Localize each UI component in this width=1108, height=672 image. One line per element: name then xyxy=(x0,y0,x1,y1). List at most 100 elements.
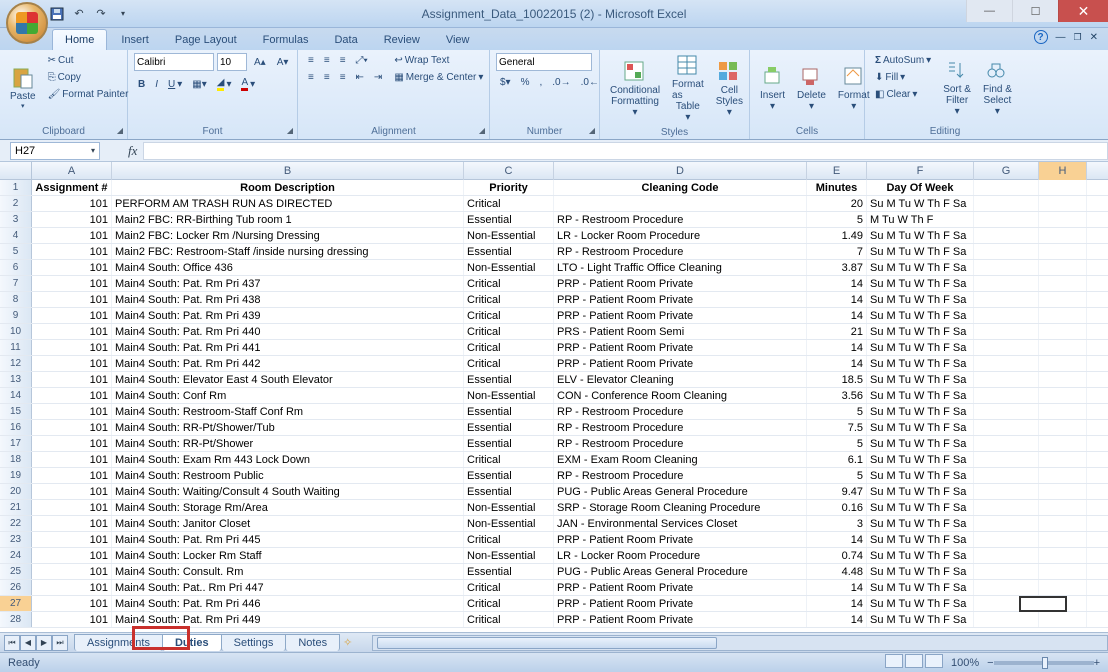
cell[interactable]: 101 xyxy=(32,356,112,371)
row-header[interactable]: 21 xyxy=(0,500,32,515)
cell[interactable]: RP - Restroom Procedure xyxy=(554,436,807,451)
cell[interactable]: Main4 South: Pat. Rm Pri 437 xyxy=(112,276,464,291)
cell[interactable]: 5 xyxy=(807,212,867,227)
cell[interactable]: Su M Tu W Th F Sa xyxy=(867,244,974,259)
cell[interactable]: JAN - Environmental Services Closet xyxy=(554,516,807,531)
cell[interactable]: 101 xyxy=(32,580,112,595)
cell[interactable]: LTO - Light Traffic Office Cleaning xyxy=(554,260,807,275)
cell[interactable]: PRP - Patient Room Private xyxy=(554,308,807,323)
row-header[interactable]: 6 xyxy=(0,260,32,275)
cell[interactable]: Main4 South: Pat. Rm Pri 439 xyxy=(112,308,464,323)
cell[interactable]: PRP - Patient Room Private xyxy=(554,612,807,627)
cell[interactable]: Non-Essential xyxy=(464,228,554,243)
cell[interactable] xyxy=(1039,260,1087,275)
cell[interactable]: PRP - Patient Room Private xyxy=(554,596,807,611)
cell[interactable]: ELV - Elevator Cleaning xyxy=(554,372,807,387)
name-box[interactable]: H27 xyxy=(10,142,100,160)
cell[interactable] xyxy=(1039,452,1087,467)
cell[interactable]: 14 xyxy=(807,292,867,307)
font-name-combo[interactable] xyxy=(134,53,214,71)
cell[interactable]: Su M Tu W Th F Sa xyxy=(867,596,974,611)
cell[interactable]: Main4 South: Pat.. Rm Pri 447 xyxy=(112,580,464,595)
cell[interactable]: Su M Tu W Th F Sa xyxy=(867,340,974,355)
cell[interactable] xyxy=(974,324,1039,339)
cell[interactable]: 101 xyxy=(32,500,112,515)
cell[interactable] xyxy=(1039,228,1087,243)
restore-down-icon[interactable]: ❐ xyxy=(1074,32,1082,43)
cell[interactable] xyxy=(974,244,1039,259)
cell[interactable]: Su M Tu W Th F Sa xyxy=(867,436,974,451)
font-color-button[interactable]: A▾ xyxy=(237,75,259,93)
tab-review[interactable]: Review xyxy=(372,30,432,50)
cell[interactable]: Room Description xyxy=(112,180,464,195)
cell[interactable]: Essential xyxy=(464,420,554,435)
cell[interactable] xyxy=(1039,276,1087,291)
cell[interactable]: 101 xyxy=(32,308,112,323)
last-sheet-button[interactable]: ⏭ xyxy=(52,635,68,651)
row-header[interactable]: 27 xyxy=(0,596,32,611)
formula-input[interactable] xyxy=(143,142,1108,160)
select-all-corner[interactable] xyxy=(0,162,32,179)
cell[interactable]: RP - Restroom Procedure xyxy=(554,420,807,435)
copy-button[interactable]: ⎘Copy xyxy=(44,70,133,85)
cell[interactable]: 101 xyxy=(32,340,112,355)
cell[interactable]: Su M Tu W Th F Sa xyxy=(867,548,974,563)
cell[interactable] xyxy=(1039,196,1087,211)
undo-icon[interactable]: ↶ xyxy=(70,5,88,23)
cell[interactable] xyxy=(1039,580,1087,595)
col-header-d[interactable]: D xyxy=(554,162,807,180)
sort-filter-button[interactable]: Sort &Filter▾ xyxy=(939,53,975,124)
cell[interactable]: Main4 South: Pat. Rm Pri 442 xyxy=(112,356,464,371)
cell[interactable]: PUG - Public Areas General Procedure xyxy=(554,484,807,499)
cell[interactable]: Essential xyxy=(464,404,554,419)
cell[interactable]: Main2 FBC: Restroom-Staff /inside nursin… xyxy=(112,244,464,259)
cell[interactable]: 0.16 xyxy=(807,500,867,515)
cell[interactable] xyxy=(974,308,1039,323)
cell[interactable]: 101 xyxy=(32,564,112,579)
cell[interactable]: 4.48 xyxy=(807,564,867,579)
cell[interactable] xyxy=(974,180,1039,195)
page-break-view-button[interactable] xyxy=(925,654,943,668)
next-sheet-button[interactable]: ▶ xyxy=(36,635,52,651)
cell[interactable]: SRP - Storage Room Cleaning Procedure xyxy=(554,500,807,515)
cell[interactable] xyxy=(1039,484,1087,499)
cell[interactable]: 101 xyxy=(32,532,112,547)
cell[interactable]: Su M Tu W Th F Sa xyxy=(867,356,974,371)
cell[interactable]: Su M Tu W Th F Sa xyxy=(867,532,974,547)
horizontal-scrollbar[interactable] xyxy=(372,635,1108,651)
cell[interactable]: 101 xyxy=(32,372,112,387)
cell[interactable]: M Tu W Th F xyxy=(867,212,974,227)
cell[interactable]: Critical xyxy=(464,612,554,627)
cell[interactable]: 14 xyxy=(807,532,867,547)
align-middle-button[interactable]: ≡ xyxy=(320,53,334,68)
cell[interactable] xyxy=(974,436,1039,451)
row-header[interactable]: 20 xyxy=(0,484,32,499)
cell[interactable]: Critical xyxy=(464,276,554,291)
cell-styles-button[interactable]: CellStyles▾ xyxy=(712,53,747,125)
cell[interactable] xyxy=(1039,532,1087,547)
cell[interactable] xyxy=(974,356,1039,371)
row-header[interactable]: 11 xyxy=(0,340,32,355)
cell[interactable] xyxy=(1039,212,1087,227)
cell[interactable]: 101 xyxy=(32,612,112,627)
cell[interactable]: Su M Tu W Th F Sa xyxy=(867,420,974,435)
cell[interactable]: Non-Essential xyxy=(464,516,554,531)
cell[interactable] xyxy=(1039,516,1087,531)
cell[interactable]: Su M Tu W Th F Sa xyxy=(867,452,974,467)
shrink-font-button[interactable]: A▾ xyxy=(273,53,293,71)
cell[interactable]: 101 xyxy=(32,436,112,451)
cell[interactable]: Su M Tu W Th F Sa xyxy=(867,260,974,275)
cell[interactable]: Su M Tu W Th F Sa xyxy=(867,388,974,403)
cell[interactable]: Su M Tu W Th F Sa xyxy=(867,468,974,483)
cell[interactable]: 3.56 xyxy=(807,388,867,403)
cell[interactable]: Main4 South: Waiting/Consult 4 South Wai… xyxy=(112,484,464,499)
cell[interactable] xyxy=(974,228,1039,243)
close-button[interactable]: ✕ xyxy=(1058,0,1108,22)
align-bottom-button[interactable]: ≡ xyxy=(336,53,350,68)
row-header[interactable]: 26 xyxy=(0,580,32,595)
font-size-combo[interactable] xyxy=(217,53,247,71)
zoom-in-button[interactable]: + xyxy=(1094,657,1100,669)
format-painter-button[interactable]: 🖌Format Painter xyxy=(44,87,133,102)
sheet-tab-assignments[interactable]: Assignments xyxy=(74,634,163,651)
scroll-thumb[interactable] xyxy=(377,637,717,649)
